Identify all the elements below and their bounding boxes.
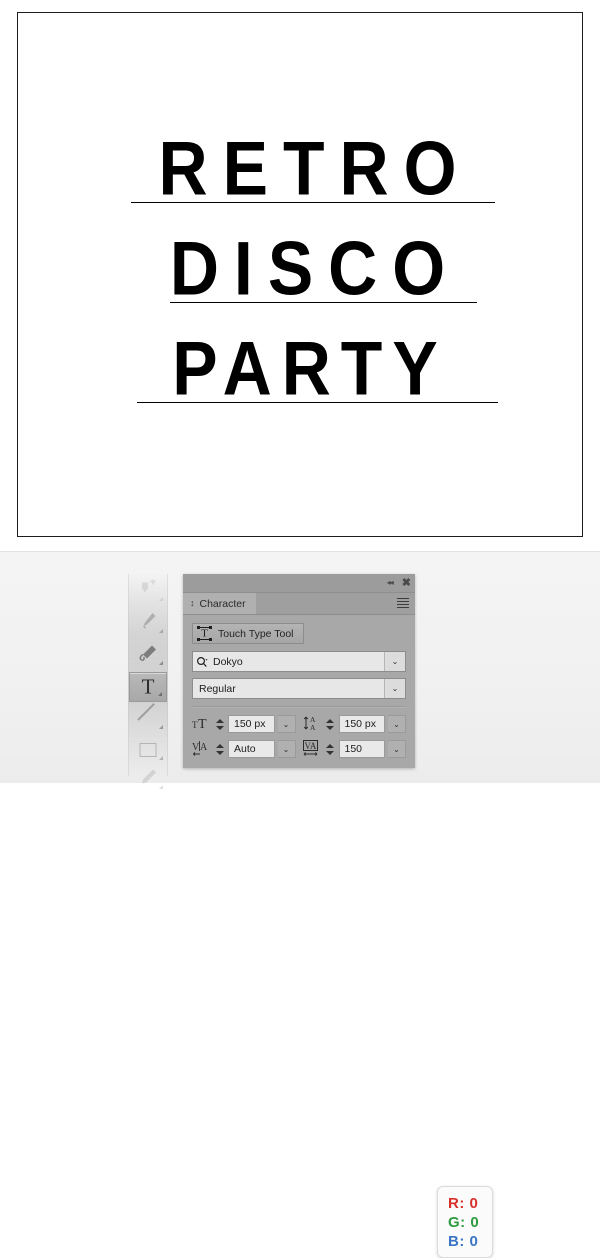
panel-body: T Touch Type Tool Dokyo ⌄ Regular ⌄ T T … (183, 615, 415, 759)
tracking-stepper[interactable] (325, 740, 336, 758)
svg-text:T: T (198, 717, 207, 731)
touch-type-tool-button[interactable]: T Touch Type Tool (192, 623, 304, 644)
tool-flyout-indicator (158, 692, 162, 696)
tracking-control[interactable]: VA 150 ⌄ (302, 739, 406, 759)
sidebar-item-add-anchor-point-tool[interactable] (129, 576, 167, 606)
touch-type-tool-label: Touch Type Tool (218, 627, 294, 640)
panel-titlebar-buttons: ◂◂ ✖ (387, 575, 411, 591)
tool-flyout-indicator (159, 661, 163, 665)
artboard-area: RETRO DISCO PARTY (0, 0, 600, 551)
leading-input[interactable]: 150 px (338, 715, 385, 733)
kerning-icon: V A (192, 740, 211, 758)
hamburger-menu-icon[interactable] (397, 598, 409, 608)
font-style-select[interactable]: Regular ⌄ (192, 678, 406, 699)
touch-type-tool-icon: T (197, 626, 212, 641)
leading-stepper[interactable] (325, 715, 336, 733)
font-size-icon: T T (192, 715, 211, 733)
font-size-control[interactable]: T T 150 px ⌄ (192, 714, 296, 734)
poster-text-line-1[interactable]: RETRO (18, 131, 582, 207)
chevron-down-icon[interactable]: ⌄ (277, 740, 296, 758)
line-segment-icon (138, 709, 158, 729)
tracking-input[interactable]: 150 (338, 740, 385, 758)
tool-flyout-indicator (159, 785, 163, 789)
tracking-icon: VA (302, 740, 322, 758)
text-baseline-rule-2 (170, 302, 477, 303)
drag-handle-icon[interactable]: ↕ (190, 599, 195, 608)
character-panel[interactable]: ◂◂ ✖ ↕ Character T Touch Type Tool Dokyo… (183, 574, 415, 768)
tool-flyout-indicator (159, 725, 163, 729)
close-icon[interactable]: ✖ (402, 575, 411, 591)
rectangle-icon (139, 743, 157, 757)
rgb-blue-value: B: 0 (448, 1232, 479, 1250)
leading-icon: A A (303, 715, 322, 733)
font-family-value: Dokyo (213, 655, 243, 668)
character-metrics-grid: T T 150 px ⌄ A A 150 px ⌄ V A Auto ⌄ VA … (192, 714, 406, 759)
kerning-stepper[interactable] (214, 740, 225, 758)
poster-text-line-3[interactable]: PARTY (18, 331, 582, 407)
chevron-down-icon[interactable]: ⌄ (388, 715, 406, 733)
rgb-green-value: G: 0 (448, 1213, 480, 1231)
leading-control[interactable]: A A 150 px ⌄ (303, 714, 406, 734)
tab-character[interactable]: ↕ Character (183, 593, 256, 614)
type-tool-icon: T (141, 674, 155, 699)
panel-tab-row: ↕ Character (183, 593, 415, 615)
pen-icon (138, 611, 158, 636)
kerning-control[interactable]: V A Auto ⌄ (192, 739, 296, 759)
panel-divider (192, 706, 406, 708)
tools-panel[interactable]: T (128, 574, 168, 789)
rgb-red-value: R: 0 (448, 1194, 479, 1212)
sidebar-item-pen-tool[interactable] (129, 608, 167, 638)
font-family-select[interactable]: Dokyo ⌄ (192, 651, 406, 672)
pen-add-icon (138, 578, 158, 603)
tool-flyout-indicator (159, 629, 163, 633)
tool-flyout-indicator (159, 756, 163, 760)
panel-titlebar[interactable]: ◂◂ ✖ (183, 574, 415, 593)
text-baseline-rule-3 (137, 402, 498, 403)
chevron-down-icon[interactable]: ⌄ (277, 715, 296, 733)
text-baseline-rule-1 (131, 202, 495, 203)
poster-text-line-2[interactable]: DISCO (18, 231, 582, 307)
font-style-value: Regular (199, 682, 236, 695)
chevron-down-icon[interactable]: ⌄ (384, 652, 405, 671)
rgb-color-readout-card: R: 0 G: 0 B: 0 (437, 1186, 493, 1258)
pencil-icon (137, 643, 159, 668)
svg-text:A: A (310, 723, 316, 731)
collapse-panel-icon[interactable]: ◂◂ (387, 575, 394, 591)
tool-flyout-indicator (159, 597, 163, 601)
sidebar-item-rectangle-tool[interactable] (129, 735, 167, 765)
sidebar-item-paintbrush-tool[interactable] (129, 764, 167, 794)
chevron-down-icon[interactable]: ⌄ (388, 740, 406, 758)
sidebar-item-type-tool[interactable]: T (129, 672, 167, 702)
sidebar-item-pencil-tool[interactable] (129, 640, 167, 670)
sidebar-item-line-segment-tool[interactable] (129, 704, 167, 734)
font-size-input[interactable]: 150 px (228, 715, 275, 733)
svg-text:VA: VA (304, 741, 316, 751)
search-icon (193, 656, 211, 668)
kerning-input[interactable]: Auto (228, 740, 275, 758)
font-size-stepper[interactable] (214, 715, 225, 733)
paintbrush-icon (138, 767, 158, 792)
chevron-down-icon[interactable]: ⌄ (384, 679, 405, 698)
svg-text:V: V (192, 742, 200, 753)
tab-character-label: Character (199, 597, 246, 610)
artboard-canvas[interactable]: RETRO DISCO PARTY (17, 12, 583, 537)
svg-text:A: A (200, 742, 208, 753)
